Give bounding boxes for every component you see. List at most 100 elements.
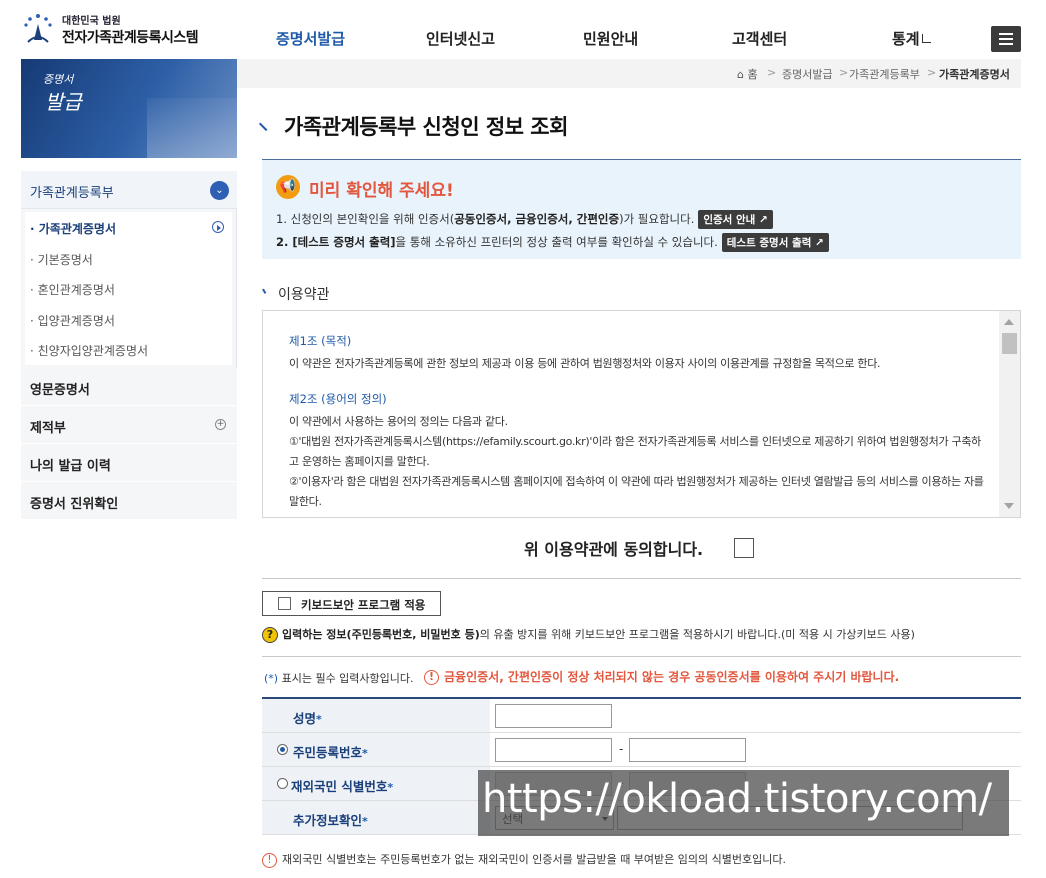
terms-article-body: ②'이용자'라 함은 대법원 전자가족관계등록시스템 홈페이지에 접속하여 이 … [289,475,984,508]
nav-statistics[interactable]: 통계 [892,28,931,49]
keyboard-security-checkbox[interactable] [278,597,291,610]
extra-info-label-text: 추가정보확인 [293,813,363,828]
form-label-cell: 추가정보확인* [262,801,490,834]
sidebar-banner: 증명서 발급 [21,59,237,158]
menu-button[interactable] [991,26,1021,52]
site-header: 대한민국 법원 전자가족관계등록시스템 증명서발급 인터넷신고 민원안내 고객센… [0,0,1046,58]
nav-civil-guide[interactable]: 민원안내 [583,28,638,49]
sidebar-item-family-relation-cert[interactable]: · 가족관계증명서 [25,212,232,243]
nav-statistics-label: 통계 [892,30,920,48]
watermark-overlay: https://okload.tistory.com/ [478,770,1009,836]
agree-label: 위 이용약관에 동의합니다. [524,540,704,559]
external-link-icon: ↗ [815,237,824,249]
nav-internet-report[interactable]: 인터넷신고 [426,28,495,49]
megaphone-icon: 📢 [276,175,300,199]
external-link-icon [921,34,931,43]
site-logo[interactable]: 대한민국 법원 전자가족관계등록시스템 [20,10,220,50]
form-label-cell: 재외국민 식별번호* [262,767,490,800]
terms-article-body: 이 약관에서 사용하는 용어의 정의는 다음과 같다. [289,415,508,428]
rrn-dash: - [619,742,624,756]
sidebar-item-english-cert[interactable]: 영문증명서 [21,367,237,406]
breadcrumb-current: 가족관계증명서 [939,68,1010,81]
required-star: * [316,713,322,726]
keyboard-note-text: 의 유출 방지를 위해 키보드보안 프로그램을 적용하시기 바랍니다.(미 적용… [479,628,915,641]
keyboard-note-bold: 입력하는 정보(주민등록번호, 비밀번호 등) [282,628,480,641]
warning-icon: ! [424,670,439,685]
sidebar-item-label: · 기본증명서 [30,252,93,267]
breadcrumb-separator: > [927,66,937,79]
terms-article-title: 제2조 (용어의 정의) [289,392,387,406]
sidebar-item-issue-history[interactable]: 나의 발급 이력 [21,443,237,482]
scroll-thumb[interactable] [1002,333,1017,354]
terms-gap [289,374,989,391]
rrn-radio[interactable] [277,744,288,755]
cert-guide-button[interactable]: 인증서 안내 ↗ [698,210,773,229]
sidebar-item-basic-cert[interactable]: · 기본증명서 [25,242,232,273]
foreign-id-label-text: 재외국민 식별번호 [291,779,388,794]
sidebar-group-label: 가족관계등록부 [30,186,114,201]
nav-certificate[interactable]: 증명서발급 [276,28,345,49]
title-mark [258,116,274,132]
sidebar-item-removed-register[interactable]: 제적부 + [21,405,237,444]
form-row-name: 성명* [262,699,1021,733]
rrn-back-input[interactable] [629,738,746,762]
name-input[interactable] [495,704,612,728]
sidebar-item-label: 증명서 진위확인 [30,496,119,512]
required-star: * [362,747,368,760]
scroll-down-icon[interactable] [1004,503,1014,509]
foreign-id-label: 재외국민 식별번호* [291,776,393,795]
notice-text: 1. 신청인의 본인확인을 위해 인증서( [276,212,455,226]
watermark-text: https://okload.tistory.com/ [482,776,992,822]
cert-warning: ! 금융인증서, 간편인증이 정상 처리되지 않는 경우 공동인증서를 이용하여 … [424,668,899,685]
rrn-label: 주민등록번호* [293,742,368,761]
home-icon: ⌂ [737,68,744,81]
foreign-id-note-text: 재외국민 식별번호는 주민등록번호가 없는 재외국민이 인증서를 발급받을 때 … [282,853,786,866]
sidebar-menu: 가족관계등록부 ⌄ · 가족관계증명서 · 기본증명서 · 혼인관계증명서 · … [21,171,237,520]
required-note: (*) 표시는 필수 입력사항입니다. [264,670,414,686]
notice-text: )가 필요합니다. [619,212,695,226]
sidebar-item-cert-verify[interactable]: 증명서 진위확인 [21,481,237,520]
terms-article-title: 제1조 (목적) [289,334,352,348]
form-label-cell: 성명* [262,699,490,732]
sidebar-group-family-register[interactable]: 가족관계등록부 ⌄ [21,171,237,209]
foreign-id-radio[interactable] [277,778,288,789]
banner-books-image [147,98,237,158]
keyboard-security-label: 키보드보안 프로그램 적용 [301,598,426,612]
agree-checkbox[interactable] [734,538,754,558]
logo-title: 전자가족관계등록시스템 [62,30,199,46]
scroll-up-icon[interactable] [1004,319,1014,325]
sidebar-item-adoption-cert[interactable]: · 입양관계증명서 [25,303,232,334]
notice-line-1: 1. 신청인의 본인확인을 위해 인증서(공동인증서, 금융인증서, 간편인증)… [276,210,773,229]
notice-text: 을 통해 소유하신 프린터의 정상 출력 여부를 확인하실 수 있습니다. [395,235,718,249]
breadcrumb-home[interactable]: ⌂ 홈 [737,66,758,82]
page-title: 가족관계등록부 신청인 정보 조회 [284,115,568,139]
notice-bold: 2. [테스트 증명서 출력] [276,235,396,249]
test-print-button[interactable]: 테스트 증명서 출력 ↗ [721,233,829,252]
notice-title: 미리 확인해 주세요! [309,181,454,201]
nav-customer-center[interactable]: 고객센터 [732,28,787,49]
breadcrumb-item[interactable]: 증명서발급 [782,66,833,82]
test-print-label: 테스트 증명서 출력 [726,237,812,249]
required-star: (*) [264,672,279,685]
name-label-text: 성명 [293,711,317,726]
sidebar-item-label: 제적부 [30,420,66,436]
name-label: 성명* [293,708,322,727]
extra-info-label: 추가정보확인* [293,810,368,829]
sidebar-item-marriage-cert[interactable]: · 혼인관계증명서 [25,273,232,304]
logo-subtitle: 대한민국 법원 [62,16,121,27]
terms-box[interactable]: 제1조 (목적) 이 약관은 전자가족관계등록에 관한 정보의 제공과 이용 등… [262,310,1021,518]
required-note-text: 표시는 필수 입력사항입니다. [278,672,414,685]
sidebar-item-label: · 입양관계증명서 [30,313,115,328]
warning-icon: ! [262,852,277,868]
foreign-id-note: ! 재외국민 식별번호는 주민등록번호가 없는 재외국민이 인증서를 발급받을 때… [262,851,786,868]
notice-bold: 공동인증서, 금융인증서, 간편인증 [454,212,620,226]
terms-content: 제1조 (목적) 이 약관은 전자가족관계등록에 관한 정보의 제공과 이용 등… [289,333,989,512]
terms-scrollbar[interactable] [999,311,1020,517]
banner-line1: 증명서 [43,73,74,86]
external-link-icon: ↗ [758,214,768,226]
keyboard-security-button[interactable]: 키보드보안 프로그램 적용 [262,591,441,616]
terms-article-body: ①'대법원 전자가족관계등록시스템(https://efamily.scourt… [289,435,981,468]
rrn-front-input[interactable] [495,738,612,762]
sidebar-item-full-adoption-cert[interactable]: · 친양자입양관계증명서 [25,334,232,365]
breadcrumb-item[interactable]: 가족관계등록부 [849,66,920,82]
